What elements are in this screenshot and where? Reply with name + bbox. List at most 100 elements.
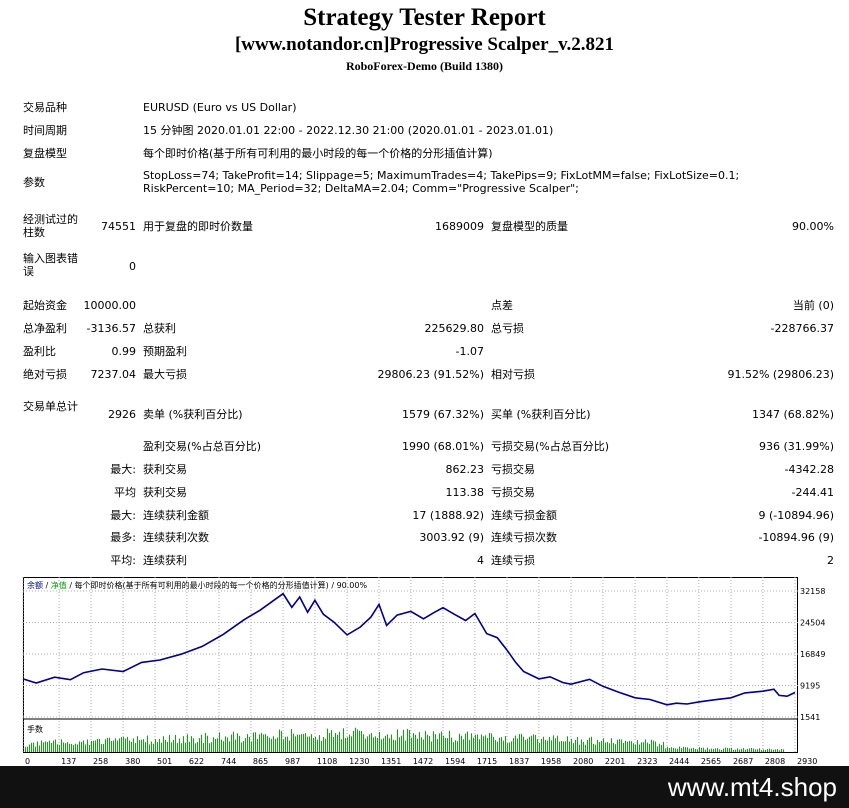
x-tick-label: 0: [25, 757, 30, 766]
volume-bar: [449, 730, 450, 752]
volume-bar: [37, 741, 38, 752]
volume-bar: [713, 748, 714, 752]
volume-bar: [315, 736, 316, 752]
volume-bar: [217, 738, 218, 752]
volume-bar: [143, 739, 144, 752]
volume-bar: [461, 735, 462, 752]
volume-bar: [281, 730, 282, 752]
volume-bar: [749, 748, 750, 752]
volume-bar: [27, 746, 28, 752]
volume-bar: [547, 740, 548, 752]
x-tick-label: 1472: [413, 757, 433, 766]
volume-bar: [191, 736, 192, 752]
volume-bar: [327, 728, 328, 752]
bars-label: 经测试过的柱数: [23, 213, 78, 239]
volume-bar: [685, 747, 686, 752]
volume-bar: [285, 736, 286, 752]
volume-bar: [35, 746, 36, 752]
volume-bar: [407, 728, 408, 752]
volume-bar: [627, 741, 628, 752]
volume-bar: [457, 741, 458, 752]
volume-bar: [567, 736, 568, 752]
legend-equity: 净值: [51, 580, 67, 590]
volume-bar: [775, 749, 776, 752]
volume-bar: [743, 748, 744, 752]
volume-bar: [739, 749, 740, 752]
volume-bar: [555, 738, 556, 752]
volume-bar: [565, 741, 566, 752]
spread-value: 当前 (0): [792, 299, 834, 312]
volume-bar: [511, 741, 512, 752]
volume-bar: [259, 734, 260, 752]
volume-bar: [603, 738, 604, 752]
volume-bar: [507, 743, 508, 752]
volume-bar: [459, 733, 460, 752]
volume-bar: [213, 737, 214, 752]
max-consecutive-wins-label: 连续获利金额: [143, 509, 209, 522]
volume-bar: [563, 741, 564, 752]
quality-label: 复盘模型的质量: [491, 220, 568, 233]
volume-bar: [63, 742, 64, 752]
volume-bar: [753, 748, 754, 752]
volume-bar: [509, 742, 510, 752]
volume-bar: [127, 736, 128, 752]
volume-bar: [513, 738, 514, 752]
profit-trades-value: 1990 (68.01%): [401, 440, 484, 453]
errors-label: 输入图表错误: [23, 252, 78, 278]
average-profit-label: 获利交易: [143, 486, 187, 499]
volume-bar: [79, 741, 80, 752]
volume-bar: [489, 732, 490, 752]
volume-bar: [465, 733, 466, 752]
volume-bar: [589, 737, 590, 752]
volume-bar: [203, 743, 204, 752]
volume-bar: [681, 748, 682, 752]
volume-bar: [599, 742, 600, 752]
volume-bar: [161, 742, 162, 752]
deposit-value: 10000.00: [83, 299, 137, 312]
volume-bar: [355, 727, 356, 752]
x-tick-label: 2930: [797, 757, 817, 766]
volume-bar: [165, 739, 166, 752]
volume-bar: [731, 747, 732, 752]
volume-bar: [227, 737, 228, 752]
volume-bar: [145, 742, 146, 752]
volume-bar: [387, 734, 388, 752]
volume-bar: [405, 740, 406, 752]
volume-bar: [263, 734, 264, 752]
volume-bar: [257, 739, 258, 752]
volume-bar: [607, 741, 608, 752]
volume-bar: [663, 741, 664, 752]
volume-bar: [363, 734, 364, 752]
x-tick-label: 2323: [637, 757, 657, 766]
legend-separator: /: [43, 581, 51, 590]
volume-bar: [571, 738, 572, 752]
avg-consecutive-losses-value: 2: [827, 554, 834, 567]
quality-value: 90.00%: [792, 220, 834, 233]
volume-bar: [261, 732, 262, 752]
volume-bar: [245, 738, 246, 752]
volume-bar: [659, 743, 660, 752]
volume-bar: [419, 732, 420, 752]
max-consecutive-loss-label: 连续亏损次数: [491, 531, 557, 544]
volume-bar: [475, 734, 476, 752]
volume-bar: [193, 738, 194, 752]
volume-bar: [455, 740, 456, 752]
volume-bar: [635, 744, 636, 752]
volume-bar: [437, 739, 438, 752]
volume-bar: [61, 739, 62, 752]
volume-bar: [321, 740, 322, 752]
volume-bar: [99, 738, 100, 752]
volume-bar: [561, 740, 562, 752]
volume-bar: [549, 737, 550, 752]
volume-bar: [31, 742, 32, 752]
volume-bar: [159, 738, 160, 752]
expected-payoff-value: -1.07: [455, 345, 484, 358]
volume-bar: [199, 738, 200, 752]
volume-bar: [471, 733, 472, 752]
volume-bar: [551, 740, 552, 752]
total-trades-label: 交易单总计: [23, 400, 78, 413]
spread-label: 点差: [491, 299, 513, 312]
volume-bar: [313, 737, 314, 752]
largest-profit-value: 862.23: [445, 463, 485, 476]
x-tick-label: 258: [93, 757, 108, 766]
